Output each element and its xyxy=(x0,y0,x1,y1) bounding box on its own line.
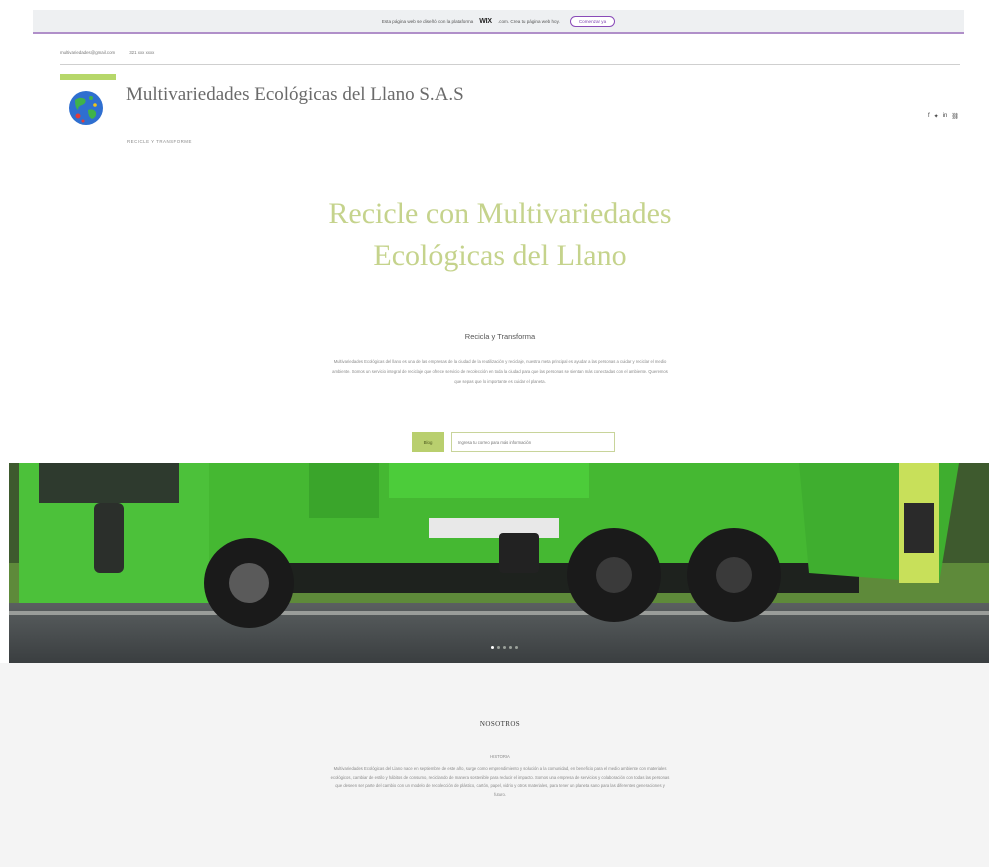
twitter-icon[interactable]: ✦ xyxy=(934,113,939,120)
linkedin-icon[interactable]: in xyxy=(943,113,948,120)
blog-button[interactable]: Blog xyxy=(412,432,444,452)
carousel-dot[interactable] xyxy=(509,646,512,649)
facebook-icon[interactable]: f xyxy=(928,113,930,120)
carousel-dot[interactable] xyxy=(491,646,494,649)
about-paragraph: Multivariedades Ecológicas del Llano nac… xyxy=(330,766,670,797)
site-tagline: RECICLE Y TRANSFORME xyxy=(127,139,192,144)
logo-tag xyxy=(60,74,116,80)
site-title[interactable]: Multivariedades Ecológicas del Llano S.A… xyxy=(126,84,464,106)
about-subtitle: HISTORIA xyxy=(490,754,510,759)
phone-text: 321 xxx xxxx xyxy=(129,50,155,55)
wix-banner: Esta página web se diseñó con la platafo… xyxy=(33,10,964,34)
wix-banner-text-after: .com. Crea tu página web hoy. xyxy=(497,18,560,24)
carousel-dots xyxy=(491,646,518,649)
email-input[interactable] xyxy=(451,432,615,452)
hero-paragraph: Multivariedades Ecológicas del llano es … xyxy=(332,359,668,384)
hero-actions: Blog xyxy=(412,432,615,452)
wix-banner-text: Esta página web se diseñó con la platafo… xyxy=(381,18,474,24)
hero-subtitle: Recicla y Transforma xyxy=(464,332,536,341)
carousel-dot[interactable] xyxy=(503,646,506,649)
carousel-dot[interactable] xyxy=(515,646,518,649)
carousel-dot[interactable] xyxy=(497,646,500,649)
site-logo[interactable] xyxy=(60,74,116,132)
hero-truck-image xyxy=(9,463,989,663)
start-now-button[interactable]: Comenzar ya xyxy=(569,15,616,27)
contact-bar: multivariedades@gmail.com 321 xxx xxxx xyxy=(60,50,960,65)
social-bar: f ✦ in ⛓ xyxy=(928,113,959,120)
wix-logo: WIX xyxy=(479,17,492,25)
link-icon[interactable]: ⛓ xyxy=(951,113,959,120)
email-link[interactable]: multivariedades@gmail.com xyxy=(60,50,115,55)
hero-title: Recicle con Multivariedades Ecológicas d… xyxy=(328,197,672,272)
about-title: NOSOTROS xyxy=(479,720,521,728)
globe-icon xyxy=(69,91,103,125)
